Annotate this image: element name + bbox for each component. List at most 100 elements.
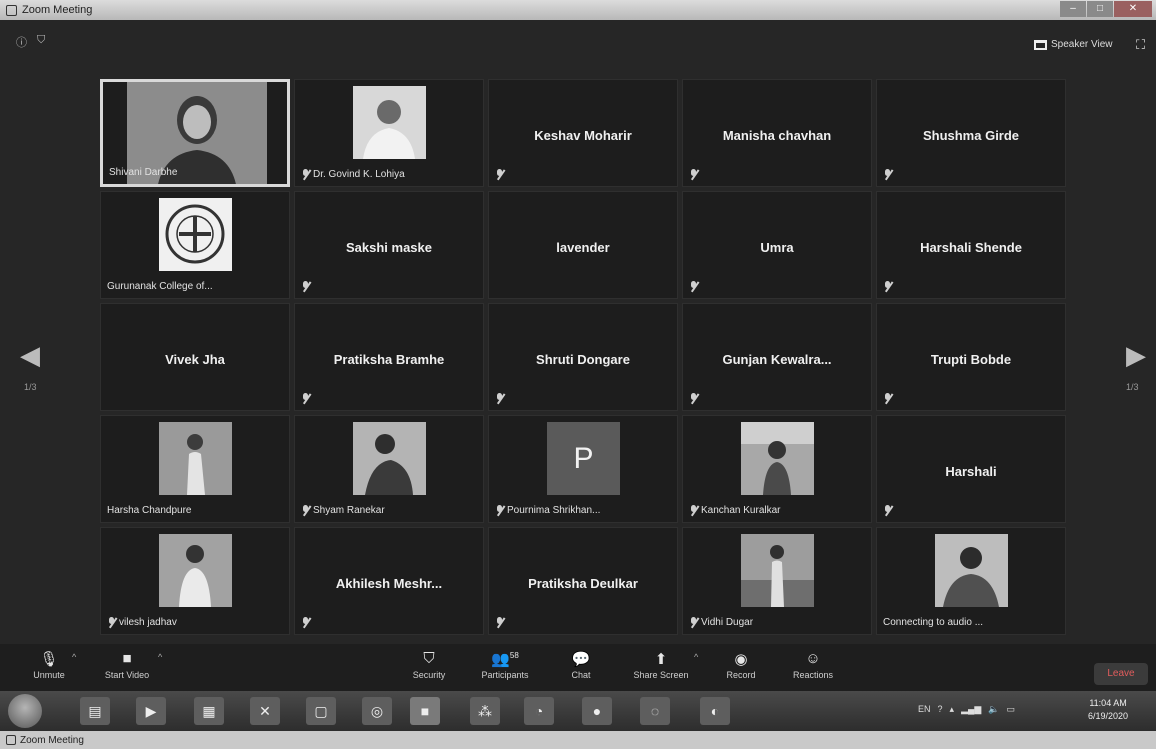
network-icon[interactable]: ▂▄▆ xyxy=(961,704,981,715)
participant-tile[interactable]: Vivek Jha xyxy=(100,303,290,411)
teams-icon[interactable]: ⁂ xyxy=(470,697,500,725)
person-silhouette-icon xyxy=(935,534,1008,607)
record-label: Record xyxy=(726,670,756,680)
participant-tile[interactable]: Shruti Dongare xyxy=(488,303,678,411)
participant-tile[interactable]: Dr. Govind K. Lohiya xyxy=(294,79,484,187)
participant-tile[interactable]: P Pournima Shrikhan... xyxy=(488,415,678,523)
tray-expand-icon[interactable]: ▴ xyxy=(950,704,955,715)
security-button[interactable]: ⛉ Security xyxy=(394,650,464,680)
zoom-taskbar-icon[interactable]: ■ xyxy=(410,697,440,725)
volume-icon[interactable]: 🔈 xyxy=(988,704,999,715)
reactions-button[interactable]: ☺ Reactions xyxy=(778,650,848,680)
close-button[interactable]: ✕ xyxy=(1114,1,1152,17)
chrome-icon[interactable]: ◎ xyxy=(362,697,392,725)
participant-tile[interactable]: Sakshi maske xyxy=(294,191,484,299)
participant-tile[interactable]: Umra xyxy=(682,191,872,299)
page-indicator-left: 1/3 xyxy=(24,382,37,392)
participant-tile[interactable]: Kanchan Kuralkar xyxy=(682,415,872,523)
participant-name: Shushma Girde xyxy=(922,128,1020,143)
video-options-caret-icon[interactable]: ^ xyxy=(158,652,162,662)
top-left-icons: ⓘ ⛉ xyxy=(16,34,45,50)
speaker-view-button[interactable]: Speaker View xyxy=(1034,39,1113,50)
battery-icon[interactable]: ▭ xyxy=(1007,704,1016,715)
fullscreen-icon[interactable]: ⛶ xyxy=(1136,37,1145,53)
mic-muted-icon xyxy=(495,393,504,404)
media-icon[interactable]: ● xyxy=(582,697,612,725)
bottom-window-title: Zoom Meeting xyxy=(20,734,84,746)
shield-icon[interactable]: ⛉ xyxy=(37,34,45,50)
info-icon[interactable]: ⓘ xyxy=(16,34,27,50)
share-options-caret-icon[interactable]: ^ xyxy=(694,652,698,662)
participant-tile[interactable]: Pratiksha Bramhe xyxy=(294,303,484,411)
participant-tile[interactable]: Pratiksha Deulkar xyxy=(488,527,678,635)
app-icon[interactable]: ◌ xyxy=(640,697,670,725)
person-silhouette-icon xyxy=(353,422,426,495)
participant-tile[interactable]: Harsha Chandpure xyxy=(100,415,290,523)
help-icon[interactable]: ? xyxy=(938,704,943,715)
browser-icon[interactable]: ◐ xyxy=(700,697,730,725)
file-explorer-icon[interactable]: ▤ xyxy=(80,697,110,725)
participant-name-label: Shyam Ranekar xyxy=(301,505,385,516)
mic-muted-icon xyxy=(107,617,116,628)
chat-button[interactable]: 💬 Chat xyxy=(546,650,616,680)
security-label: Security xyxy=(412,670,446,680)
record-icon: ◉ xyxy=(734,651,748,668)
participants-button[interactable]: 👥58 Participants xyxy=(470,650,540,680)
window-app-icon[interactable]: ▢ xyxy=(306,697,336,725)
system-tray: EN ? ▴ ▂▄▆ 🔈 ▭ xyxy=(918,704,1015,715)
zoom-app-icon xyxy=(6,735,16,745)
participant-tile[interactable]: Shivani Darbhe xyxy=(100,79,290,187)
participant-name: Harsha Chandpure xyxy=(107,505,192,516)
participant-name-label: Shivani Darbhe xyxy=(109,167,177,178)
window-controls: – □ ✕ xyxy=(1060,1,1152,17)
participant-tile[interactable]: Vidhi Dugar xyxy=(682,527,872,635)
participant-tile[interactable]: vilesh jadhav xyxy=(100,527,290,635)
maximize-button[interactable]: □ xyxy=(1087,1,1113,17)
chat-label: Chat xyxy=(571,670,591,680)
leave-button[interactable]: Leave xyxy=(1094,663,1148,685)
participant-name: Harshali xyxy=(945,464,997,479)
participant-tile[interactable]: Manisha chavhan xyxy=(682,79,872,187)
minimize-button[interactable]: – xyxy=(1060,1,1086,17)
zoom-app-icon xyxy=(6,4,17,16)
audio-options-caret-icon[interactable]: ^ xyxy=(72,652,76,662)
tools-app-icon[interactable]: ✕ xyxy=(250,697,280,725)
unmute-label: Unmute xyxy=(33,670,65,680)
start-video-button[interactable]: ■ Start Video xyxy=(92,650,162,680)
system-clock[interactable]: 11:04 AM 6/19/2020 xyxy=(1088,697,1128,723)
next-page-arrow-icon[interactable]: ▶ xyxy=(1126,340,1146,371)
record-button[interactable]: ◉ Record xyxy=(706,650,776,680)
page-indicator-right: 1/3 xyxy=(1126,382,1139,392)
participant-name-label: Connecting to audio ... xyxy=(883,617,983,628)
participant-tile[interactable]: Gunjan Kewalra... xyxy=(682,303,872,411)
participant-name: Pratiksha Bramhe xyxy=(333,352,445,367)
chat-bubble-icon: 💬 xyxy=(571,651,591,668)
participant-tile[interactable]: Harshali Shende xyxy=(876,191,1066,299)
start-button-icon[interactable] xyxy=(8,694,42,728)
participant-tile[interactable]: Shyam Ranekar xyxy=(294,415,484,523)
participant-tile[interactable]: Trupti Bobde xyxy=(876,303,1066,411)
window-titlebar: Zoom Meeting – □ ✕ xyxy=(0,0,1156,20)
media-player-icon[interactable]: ▶ xyxy=(136,697,166,725)
share-screen-button[interactable]: ⬆ Share Screen xyxy=(626,650,696,680)
participant-name: Kanchan Kuralkar xyxy=(701,505,781,516)
participant-name: Pratiksha Deulkar xyxy=(528,576,638,591)
start-video-label: Start Video xyxy=(104,670,150,680)
participant-tile[interactable]: lavender xyxy=(488,191,678,299)
previous-page-arrow-icon[interactable]: ◀ xyxy=(20,340,40,371)
participant-name: Manisha chavhan xyxy=(722,128,832,143)
participant-tile[interactable]: Harshali xyxy=(876,415,1066,523)
participant-name: Gunjan Kewalra... xyxy=(722,352,832,367)
office-app-icon[interactable]: ▦ xyxy=(194,697,224,725)
reactions-label: Reactions xyxy=(792,670,834,680)
participant-name-label: Dr. Govind K. Lohiya xyxy=(301,169,405,180)
participant-tile[interactable]: Gurunanak College of... xyxy=(100,191,290,299)
participant-tile[interactable]: Akhilesh Meshr... xyxy=(294,527,484,635)
app-icon[interactable]: ◔ xyxy=(524,697,554,725)
language-indicator[interactable]: EN xyxy=(918,704,931,715)
participant-tile[interactable]: Shushma Girde xyxy=(876,79,1066,187)
participant-tile[interactable]: Connecting to audio ... xyxy=(876,527,1066,635)
participant-tile[interactable]: Keshav Moharir xyxy=(488,79,678,187)
participant-name: Gurunanak College of... xyxy=(107,281,213,292)
person-silhouette-icon xyxy=(159,534,232,607)
